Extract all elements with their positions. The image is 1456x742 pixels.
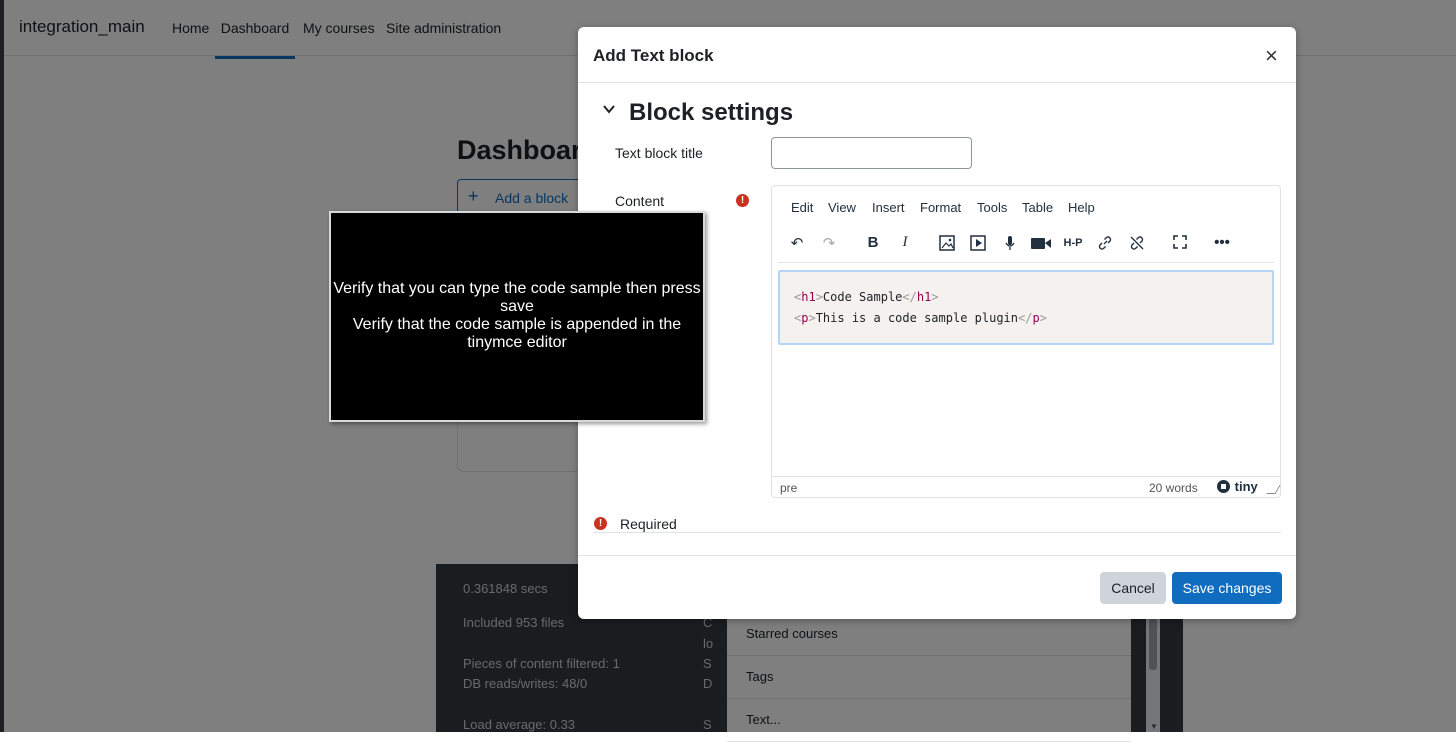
menu-help[interactable]: Help: [1068, 200, 1095, 215]
divider: [593, 532, 1281, 533]
more-icon[interactable]: •••: [1209, 234, 1235, 254]
redo-icon[interactable]: ↷: [816, 234, 842, 254]
resize-handle[interactable]: [1266, 485, 1281, 494]
tiny-logo[interactable]: tiny: [1216, 479, 1258, 494]
bold-icon[interactable]: B: [860, 234, 886, 254]
image-icon[interactable]: [934, 234, 960, 254]
code-line-2: <p>This is a code sample plugin</p>: [794, 311, 1047, 325]
title-field-label: Text block title: [615, 145, 703, 161]
tiny-logo-icon: [1217, 480, 1230, 493]
toolbar-divider: [778, 262, 1274, 263]
content-label: Content: [615, 193, 665, 209]
required-icon: !: [594, 517, 607, 530]
microphone-icon[interactable]: [997, 234, 1023, 254]
cancel-button[interactable]: Cancel: [1100, 572, 1166, 604]
instruction-overlay: Verify that you can type the code sample…: [329, 211, 705, 422]
menu-insert[interactable]: Insert: [872, 200, 905, 215]
section-title[interactable]: Block settings: [629, 99, 793, 127]
menu-edit[interactable]: Edit: [791, 200, 813, 215]
h5p-icon[interactable]: H-P: [1060, 237, 1086, 257]
required-icon: !: [736, 194, 749, 207]
required-legend: Required: [620, 516, 677, 532]
unlink-icon[interactable]: [1124, 234, 1150, 254]
modal-title: Add Text block: [593, 46, 714, 65]
chevron-down-icon[interactable]: [602, 102, 616, 116]
menu-tools[interactable]: Tools: [977, 200, 1007, 215]
menu-format[interactable]: Format: [920, 200, 961, 215]
link-icon[interactable]: [1092, 234, 1118, 254]
element-path[interactable]: pre: [780, 481, 797, 495]
save-changes-button[interactable]: Save changes: [1172, 572, 1282, 604]
instruction-line-1: Verify that you can type the code sample…: [333, 280, 701, 315]
menu-view[interactable]: View: [828, 200, 856, 215]
divider: [578, 82, 1296, 83]
code-sample-block[interactable]: <h1>Code Sample</h1> <p>This is a code s…: [778, 270, 1274, 345]
modal-footer-divider: [578, 555, 1296, 556]
media-icon[interactable]: [965, 234, 991, 254]
tinymce-editor: Edit View Insert Format Tools Table Help…: [771, 185, 1281, 498]
instruction-line-2: Verify that the code sample is appended …: [352, 316, 682, 351]
video-camera-icon[interactable]: [1028, 234, 1054, 254]
menu-table[interactable]: Table: [1022, 200, 1053, 215]
italic-icon[interactable]: I: [892, 234, 918, 254]
word-count[interactable]: 20 words: [1149, 481, 1198, 495]
fullscreen-icon[interactable]: [1167, 234, 1193, 254]
code-line-1: <h1>Code Sample</h1>: [794, 290, 939, 304]
editor-statusbar: pre 20 words tiny: [772, 476, 1281, 499]
undo-icon[interactable]: ↶: [784, 234, 810, 254]
instruction-text: Verify that you can type the code sample…: [331, 280, 703, 352]
title-field[interactable]: [771, 137, 972, 169]
close-icon[interactable]: ×: [1265, 43, 1278, 69]
left-edge: [0, 0, 4, 732]
